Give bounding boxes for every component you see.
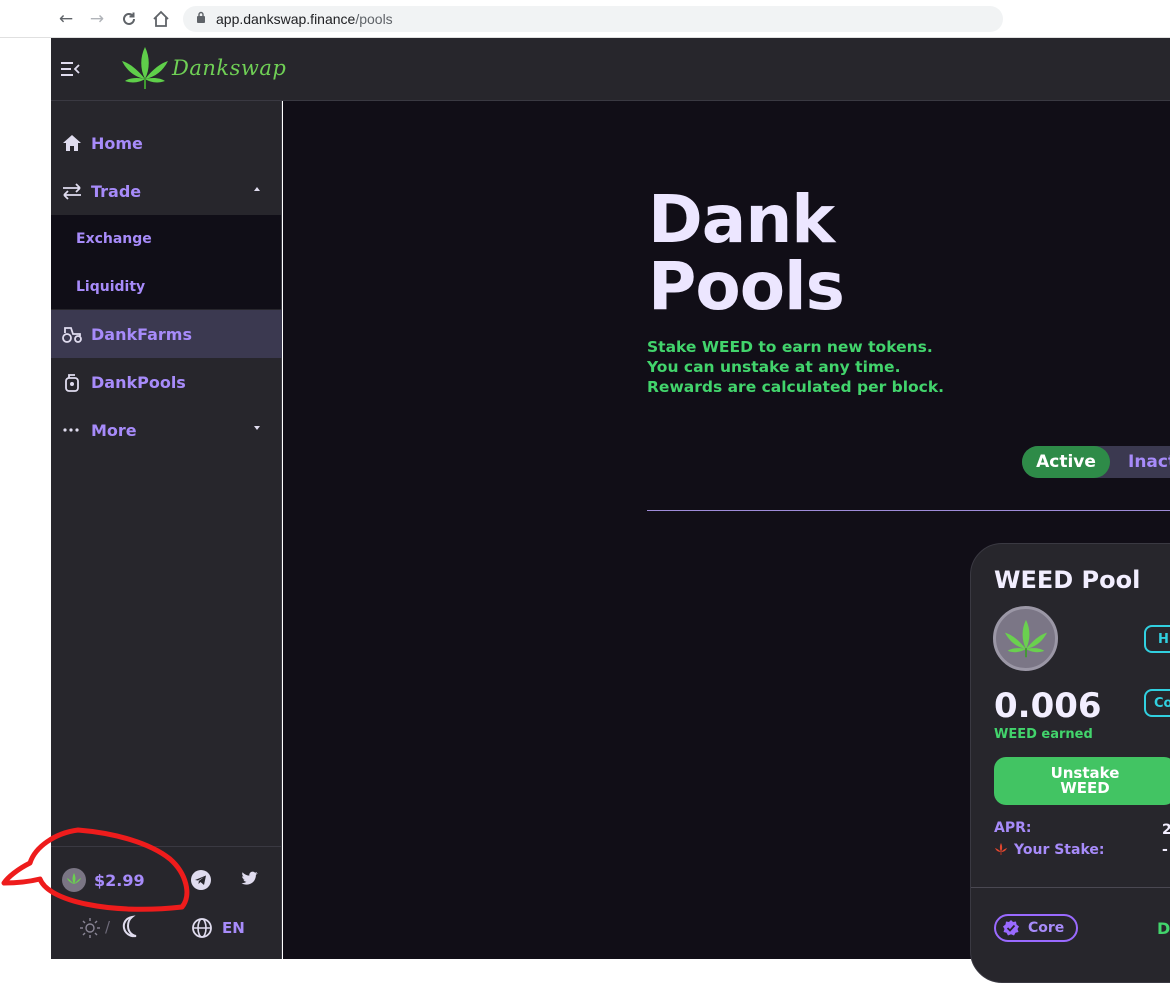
unstake-button[interactable]: Unstake WEED xyxy=(994,757,1170,805)
tractor-icon xyxy=(62,327,82,343)
theme-divider: / xyxy=(105,918,111,936)
hero-description-line: Stake WEED to earn new tokens. xyxy=(647,338,933,356)
hero-description-line: You can unstake at any time. xyxy=(647,358,901,376)
swap-icon xyxy=(63,183,81,200)
hero-description-line: Rewards are calculated per block. xyxy=(647,378,945,396)
url-text[interactable]: app.dankswap.finance/pools xyxy=(216,11,393,27)
pool-icon xyxy=(65,374,79,392)
chevron-down-icon xyxy=(254,426,260,430)
core-badge: Core xyxy=(994,914,1078,942)
sidebar-item-home[interactable]: Home xyxy=(51,119,282,167)
chevron-up-icon xyxy=(254,187,260,191)
verified-check-icon xyxy=(1003,920,1019,936)
sidebar-item-dankpools[interactable]: DankPools xyxy=(51,358,282,406)
home-icon xyxy=(63,135,81,151)
card-divider xyxy=(971,887,1170,888)
sidebar-item-trade[interactable]: Trade xyxy=(51,167,282,215)
back-arrow-icon[interactable]: ← xyxy=(55,8,77,30)
home-page-icon[interactable] xyxy=(150,8,172,30)
earned-label: WEED earned xyxy=(994,727,1093,742)
sun-icon[interactable] xyxy=(79,917,101,939)
page-gutter xyxy=(0,38,51,959)
earned-value: 0.006 xyxy=(994,686,1102,726)
logo-wordmark[interactable]: Dankswap xyxy=(172,56,286,80)
menu-collapse-icon[interactable] xyxy=(60,60,82,78)
pool-title: WEED Pool xyxy=(994,566,1141,594)
stake-leaf-icon xyxy=(995,843,1007,855)
inactive-tab[interactable]: Inact xyxy=(1128,452,1170,472)
compound-tag[interactable]: Co xyxy=(1144,689,1170,717)
forward-arrow-icon[interactable]: → xyxy=(86,8,108,30)
red-circle-annotation xyxy=(1,827,190,912)
sidebar-item-exchange[interactable]: Exchange xyxy=(76,231,152,247)
ellipsis-icon xyxy=(63,428,79,432)
apr-label: APR: xyxy=(994,820,1032,836)
sidebar-item-liquidity[interactable]: Liquidity xyxy=(76,279,145,295)
active-tab[interactable]: Active xyxy=(1022,446,1110,478)
your-stake-value: - xyxy=(1162,842,1168,858)
cannabis-leaf-logo-icon xyxy=(122,47,168,89)
details-toggle[interactable]: D xyxy=(1157,919,1170,938)
twitter-icon[interactable] xyxy=(239,870,259,888)
language-selector[interactable]: EN xyxy=(222,919,245,937)
your-stake-row: Your Stake: xyxy=(994,842,1104,858)
reload-icon[interactable] xyxy=(118,8,140,30)
globe-icon[interactable] xyxy=(191,917,213,939)
weed-token-icon xyxy=(993,606,1058,671)
apr-value: 2 xyxy=(1162,822,1170,838)
sidebar-item-more[interactable]: More xyxy=(51,406,282,454)
section-divider xyxy=(647,510,1170,511)
sidebar-item-dankfarms[interactable]: DankFarms xyxy=(51,310,282,358)
harvest-tag[interactable]: H xyxy=(1144,625,1170,653)
page-title: Dank Pools xyxy=(648,181,845,325)
lock-icon xyxy=(197,11,205,23)
